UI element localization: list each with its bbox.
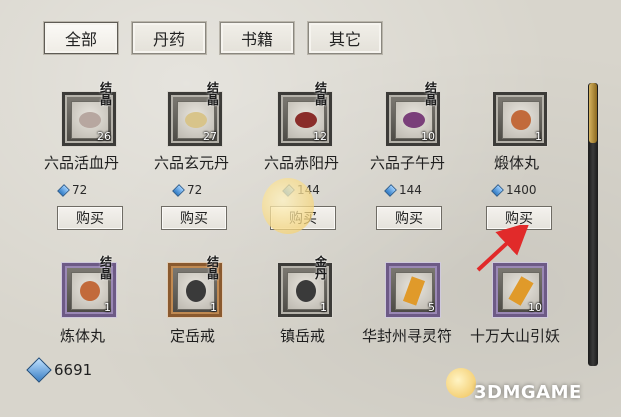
item-price: 144 bbox=[384, 183, 422, 197]
item-count: 12 bbox=[313, 130, 327, 143]
item-count: 26 bbox=[97, 130, 111, 143]
item-name: 六品玄元丹 bbox=[154, 154, 230, 172]
item-count: 1 bbox=[210, 301, 217, 314]
item-count: 10 bbox=[421, 130, 435, 143]
item-count: 5 bbox=[428, 301, 435, 314]
balance-value: 6691 bbox=[54, 361, 93, 379]
buy-button[interactable]: 购买 bbox=[376, 206, 442, 230]
item-price: 72 bbox=[172, 183, 202, 197]
red-arrow-icon bbox=[476, 225, 530, 272]
spirit-stone-icon bbox=[172, 183, 185, 197]
scrollbar-thumb[interactable] bbox=[589, 83, 597, 143]
grade-badge: 结晶 bbox=[424, 81, 437, 107]
grade-badge: 金丹 bbox=[314, 255, 327, 281]
item-slot[interactable]: 1 bbox=[493, 92, 547, 146]
buy-button[interactable]: 购买 bbox=[57, 206, 123, 230]
item-name: 定岳戒 bbox=[170, 327, 216, 345]
grade-badge: 结晶 bbox=[206, 255, 219, 281]
mascot-watermark-icon bbox=[262, 178, 314, 234]
item-name: 六品子午丹 bbox=[370, 154, 446, 172]
spirit-stone-icon bbox=[491, 183, 504, 197]
item-name: 镇岳戒 bbox=[280, 327, 326, 345]
spirit-stone-icon bbox=[384, 183, 397, 197]
item-name: 六品赤阳丹 bbox=[264, 154, 340, 172]
item-name: 十万大山引妖 bbox=[470, 327, 561, 345]
item-count: 10 bbox=[528, 301, 542, 314]
item-name: 煅体丸 bbox=[494, 154, 540, 172]
site-watermark: 3DMGAME bbox=[474, 382, 582, 403]
scrollbar[interactable] bbox=[588, 83, 598, 366]
item-slot[interactable]: 5 bbox=[386, 263, 440, 317]
item-count: 1 bbox=[535, 130, 542, 143]
mascot-logo-icon bbox=[446, 368, 476, 398]
item-name: 六品活血丹 bbox=[44, 154, 120, 172]
item-count: 27 bbox=[203, 130, 217, 143]
item-name: 炼体丸 bbox=[60, 327, 106, 345]
item-count: 1 bbox=[320, 301, 327, 314]
item-price: 72 bbox=[57, 183, 87, 197]
buy-button[interactable]: 购买 bbox=[161, 206, 227, 230]
item-price: 1400 bbox=[491, 183, 537, 197]
grade-badge: 结晶 bbox=[206, 81, 219, 107]
item-name: 华封州寻灵符 bbox=[362, 327, 453, 345]
grade-badge: 结晶 bbox=[99, 255, 112, 281]
spirit-stone-balance: 6691 bbox=[26, 357, 93, 383]
grade-badge: 结晶 bbox=[99, 81, 112, 107]
spirit-stone-icon bbox=[57, 183, 70, 197]
item-count: 1 bbox=[104, 301, 111, 314]
spirit-stone-icon bbox=[26, 357, 52, 383]
grade-badge: 结晶 bbox=[314, 81, 327, 107]
